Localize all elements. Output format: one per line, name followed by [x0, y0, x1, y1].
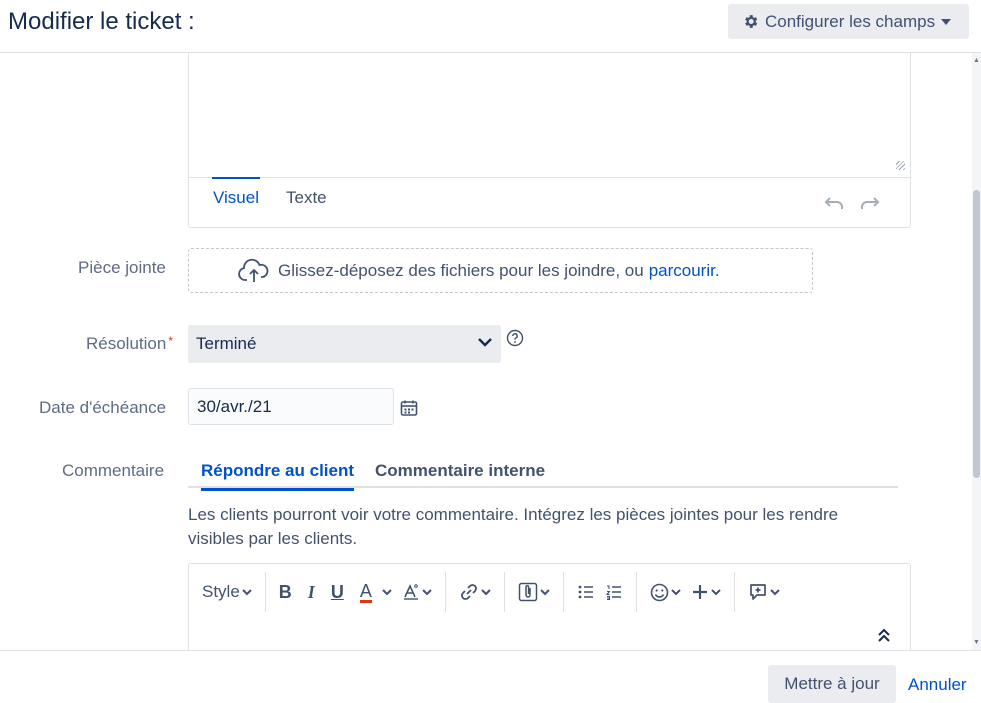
- attachment-dropzone[interactable]: Glissez-déposez des fichiers pour les jo…: [188, 248, 813, 293]
- attachment-button[interactable]: [513, 577, 555, 607]
- bullet-list-button[interactable]: [572, 577, 600, 607]
- resize-handle-icon[interactable]: [896, 161, 905, 170]
- chevron-down-icon: [382, 588, 392, 595]
- smiley-icon: [650, 583, 669, 601]
- canned-response-button[interactable]: [743, 577, 785, 607]
- italic-button[interactable]: I: [303, 577, 320, 607]
- dialog-header: Modifier le ticket : Configurer les cham…: [0, 0, 981, 53]
- configure-fields-label: Configurer les champs: [765, 11, 936, 31]
- dialog-footer: Mettre à jour Annuler: [0, 650, 981, 703]
- editor-toolbar: Style B I U A: [189, 572, 910, 612]
- scroll-up-icon[interactable]: ▲: [973, 57, 980, 64]
- insert-button[interactable]: [686, 577, 726, 607]
- configure-fields-button[interactable]: Configurer les champs: [728, 4, 969, 39]
- chevron-down-icon: [540, 588, 550, 595]
- comment-editor[interactable]: Style B I U A: [188, 563, 911, 663]
- chevron-down-icon: [770, 588, 780, 595]
- calendar-icon[interactable]: [400, 399, 418, 417]
- cancel-link[interactable]: Annuler: [908, 675, 967, 695]
- bold-button[interactable]: B: [274, 577, 297, 607]
- comment-label: Commentaire: [62, 461, 165, 480]
- chevron-down-icon: [422, 588, 432, 595]
- clear-formatting-icon: [403, 584, 418, 600]
- chevron-down-icon: [481, 588, 491, 595]
- tab-text[interactable]: Texte: [286, 188, 327, 208]
- gear-icon: [745, 15, 758, 28]
- numbered-list-icon: [605, 585, 621, 600]
- link-button[interactable]: [454, 577, 496, 607]
- undo-redo-group: [824, 196, 880, 210]
- chevron-down-icon: [671, 588, 681, 595]
- redo-icon[interactable]: [860, 196, 880, 210]
- text-style-dropdown[interactable]: Style: [197, 577, 257, 607]
- tab-reply-customer[interactable]: Répondre au client: [201, 461, 355, 491]
- undo-icon[interactable]: [824, 196, 844, 210]
- scrollbar-thumb[interactable]: [973, 190, 980, 478]
- comment-add-icon: [749, 584, 766, 600]
- text-color-button[interactable]: A: [355, 577, 397, 607]
- dialog-title: Modifier le ticket :: [8, 8, 195, 35]
- more-formatting-button[interactable]: [397, 577, 437, 607]
- attachment-label: Pièce jointe: [78, 258, 166, 277]
- resolution-label-text: Résolution: [86, 334, 167, 353]
- comment-visibility-info: Les clients pourront voir votre commenta…: [188, 505, 839, 548]
- cloud-upload-icon: [238, 258, 269, 282]
- text-color-letter: A: [359, 580, 372, 603]
- due-date-label: Date d'échéance: [39, 398, 167, 417]
- attachment-drop-text: Glissez-déposez des fichiers pour les jo…: [278, 260, 644, 280]
- chevron-down-icon: [242, 588, 252, 595]
- link-icon: [460, 584, 477, 600]
- resolution-select[interactable]: Terminé: [188, 325, 501, 363]
- paperclip-icon: [518, 582, 538, 602]
- plus-icon: [692, 585, 707, 599]
- tab-internal-comment[interactable]: Commentaire interne: [375, 461, 545, 481]
- scroll-down-icon[interactable]: ▼: [973, 639, 980, 646]
- tab-visual[interactable]: Visuel: [212, 177, 260, 208]
- emoji-button[interactable]: [645, 577, 686, 607]
- bullet-list-icon: [578, 585, 593, 599]
- caret-down-icon: [941, 18, 952, 25]
- browse-link[interactable]: parcourir.: [649, 261, 720, 281]
- chevron-down-icon: [478, 338, 492, 347]
- text-style-label: Style: [202, 582, 240, 601]
- due-date-input[interactable]: 30/avr./21: [188, 388, 394, 425]
- due-date-value: 30/avr./21: [197, 396, 272, 416]
- description-editor[interactable]: Visuel Texte: [188, 53, 911, 228]
- scrollbar[interactable]: ▲ ▼: [972, 53, 981, 650]
- update-button[interactable]: Mettre à jour: [768, 665, 896, 703]
- numbered-list-button[interactable]: [600, 577, 628, 607]
- required-marker: *: [168, 334, 173, 348]
- resolution-value: Terminé: [196, 334, 257, 353]
- description-mode-tabs: Visuel Texte: [189, 177, 910, 227]
- help-icon[interactable]: [506, 329, 524, 347]
- underline-button[interactable]: U: [326, 577, 349, 607]
- chevron-down-icon: [711, 588, 721, 595]
- resolution-label: Résolution *: [86, 334, 173, 354]
- collapse-toolbar-icon[interactable]: [878, 628, 890, 642]
- comment-tabs: Répondre au client Commentaire interne: [188, 452, 898, 491]
